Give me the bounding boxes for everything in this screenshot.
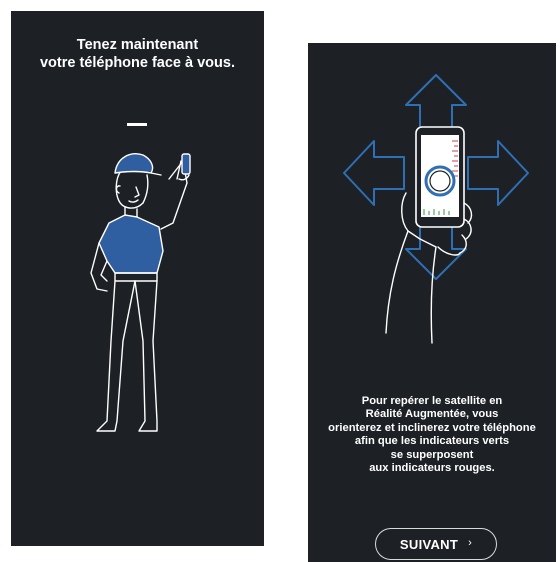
- instruction-ar-alignment: Pour repérer le satellite en Réalité Aug…: [328, 395, 536, 475]
- next-button[interactable]: SUIVANT ›: [375, 528, 497, 560]
- chevron-right-icon: ›: [468, 537, 473, 549]
- man-holding-phone-illustration: [90, 153, 191, 432]
- screen-hold-phone: Tenez maintenant votre téléphone face à …: [11, 11, 264, 546]
- next-button-label: SUIVANT: [399, 536, 459, 552]
- arrow-left-icon: [343, 140, 405, 206]
- phone-icon: [415, 126, 465, 228]
- arrow-up-icon: [405, 74, 467, 132]
- screen-ar-instructions: Pour repérer le satellite en Réalité Aug…: [308, 43, 556, 562]
- arrow-right-icon: [467, 140, 529, 206]
- hand-phone-arrows-illustration: [343, 74, 529, 344]
